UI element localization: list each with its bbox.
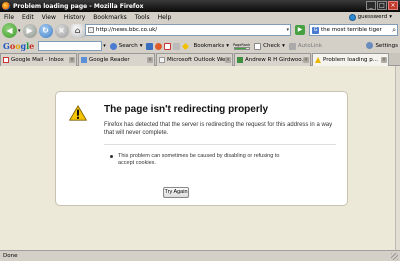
tab-strip: Google Mail - Inbox × Google Reader × Mi…	[0, 53, 400, 66]
title-bar: Problem loading page - Mozilla Firefox _…	[0, 0, 400, 12]
maximize-button[interactable]: □	[377, 1, 387, 10]
navigation-bar: ◀ ▾ ▶ ↻ × ⌂ http://news.bbc.co.uk/ ▾ ▶ G…	[0, 22, 400, 39]
popup-blocker-icon[interactable]	[173, 42, 181, 50]
autolink-icon	[288, 42, 296, 50]
warning-icon	[69, 105, 87, 121]
menu-history[interactable]: History	[60, 14, 89, 21]
try-again-button[interactable]: Try Again	[163, 187, 189, 198]
wordpress-icon	[237, 57, 243, 63]
go-button[interactable]: ▶	[295, 25, 305, 35]
back-button[interactable]: ◀	[2, 23, 17, 38]
menu-help[interactable]: Help	[154, 14, 176, 21]
pagerank-bar	[233, 46, 250, 50]
menu-bar: File Edit View History Bookmarks Tools H…	[0, 12, 400, 22]
pagerank-indicator: PageRank	[233, 43, 250, 50]
account-menu[interactable]: guesswerd ▾	[348, 12, 392, 22]
reader-icon	[81, 57, 87, 63]
news-icon[interactable]	[146, 42, 154, 50]
autolink-button[interactable]: AutoLink	[288, 42, 322, 50]
error-description: Firefox has detected that the server is …	[104, 122, 333, 136]
search-text: the most terrible tiger	[321, 27, 382, 33]
google-settings-button[interactable]: Settings	[366, 42, 398, 49]
tab-outlook[interactable]: Microsoft Outlook We... ×	[156, 53, 233, 66]
highlight-icon[interactable]	[155, 42, 163, 50]
menu-edit[interactable]: Edit	[18, 14, 38, 21]
chevron-down-icon: ▾	[389, 14, 392, 20]
gmail-icon	[3, 57, 9, 63]
menu-tools[interactable]: Tools	[131, 14, 154, 21]
tab-close-icon[interactable]: ×	[303, 57, 309, 63]
wrench-icon	[366, 42, 374, 49]
address-dropdown-icon[interactable]: ▾	[286, 27, 289, 33]
site-favicon-icon	[88, 27, 94, 33]
error-suggestion: This problem can sometimes be caused by …	[110, 153, 290, 167]
tab-close-icon[interactable]: ×	[147, 57, 153, 63]
search-icon[interactable]: ⌕	[392, 26, 396, 35]
firefox-logo-icon	[2, 2, 10, 10]
resize-grip-icon[interactable]	[391, 253, 398, 260]
forward-button[interactable]: ▶	[22, 23, 37, 38]
vertical-scrollbar[interactable]	[395, 66, 400, 250]
chevron-down-icon: ▾	[226, 43, 229, 49]
status-text: Done	[3, 253, 18, 259]
chevron-down-icon: ▾	[139, 43, 143, 49]
search-bar[interactable]: G the most terrible tiger ⌕	[309, 24, 398, 36]
page-content: The page isn't redirecting properly Fire…	[0, 66, 395, 250]
abc-check-icon	[254, 42, 262, 50]
reload-button[interactable]: ↻	[38, 23, 53, 38]
google-g-icon	[109, 42, 117, 50]
divider	[104, 144, 336, 145]
home-button[interactable]: ⌂	[70, 23, 85, 38]
bullet-icon	[110, 155, 113, 158]
menu-bookmarks[interactable]: Bookmarks	[89, 14, 131, 21]
google-search-dropdown-icon[interactable]: ▾	[103, 43, 106, 49]
window-title: Problem loading page - Mozilla Firefox	[13, 2, 144, 10]
tab-close-icon[interactable]: ×	[381, 57, 387, 63]
google-logo: Google	[3, 41, 35, 51]
menu-file[interactable]: File	[0, 14, 18, 21]
tab-close-icon[interactable]: ×	[69, 57, 75, 63]
error-suggestion-text: This problem can sometimes be caused by …	[118, 153, 280, 166]
spell-check-button[interactable]: Check ▾	[254, 42, 285, 50]
close-button[interactable]: ×	[388, 1, 398, 10]
window-controls: _ □ ×	[366, 1, 398, 10]
minimize-button[interactable]: _	[366, 1, 376, 10]
outlook-icon	[159, 57, 165, 63]
tab-andrew-girdwood[interactable]: Andrew R H Girdwoo... ×	[234, 53, 311, 66]
google-toolbar-icon-group	[146, 42, 190, 50]
error-panel: The page isn't redirecting properly Fire…	[55, 91, 348, 206]
browser-window: Problem loading page - Mozilla Firefox _…	[0, 0, 400, 261]
warning-icon	[315, 57, 321, 63]
menu-view[interactable]: View	[38, 14, 60, 21]
tab-gmail[interactable]: Google Mail - Inbox ×	[0, 53, 77, 66]
gmail-icon[interactable]	[164, 42, 172, 50]
google-toolbar: Google ▾ Search ▾ Bookmarks ▾ PageRank C…	[0, 39, 400, 53]
google-search-button[interactable]: Search ▾	[109, 42, 143, 50]
google-toolbar-search-input[interactable]	[38, 41, 103, 51]
tab-close-icon[interactable]: ×	[225, 57, 231, 63]
bookmarks-button[interactable]: Bookmarks ▾	[193, 43, 229, 49]
address-text: http://news.bbc.co.uk/	[96, 27, 158, 33]
chevron-down-icon: ▾	[282, 43, 285, 49]
address-bar[interactable]: http://news.bbc.co.uk/ ▾	[85, 24, 291, 36]
star-icon[interactable]	[182, 42, 190, 50]
stop-button[interactable]: ×	[54, 23, 69, 38]
error-title: The page isn't redirecting properly	[104, 104, 269, 115]
status-bar: Done	[0, 250, 400, 261]
tab-google-reader[interactable]: Google Reader ×	[78, 53, 155, 66]
back-history-dropdown-icon[interactable]: ▾	[18, 28, 21, 34]
avatar-icon	[348, 13, 356, 21]
google-search-engine-icon[interactable]: G	[312, 26, 319, 34]
tab-problem-loading[interactable]: Problem loading p... ×	[312, 53, 389, 66]
account-name: guesswerd	[357, 14, 388, 20]
